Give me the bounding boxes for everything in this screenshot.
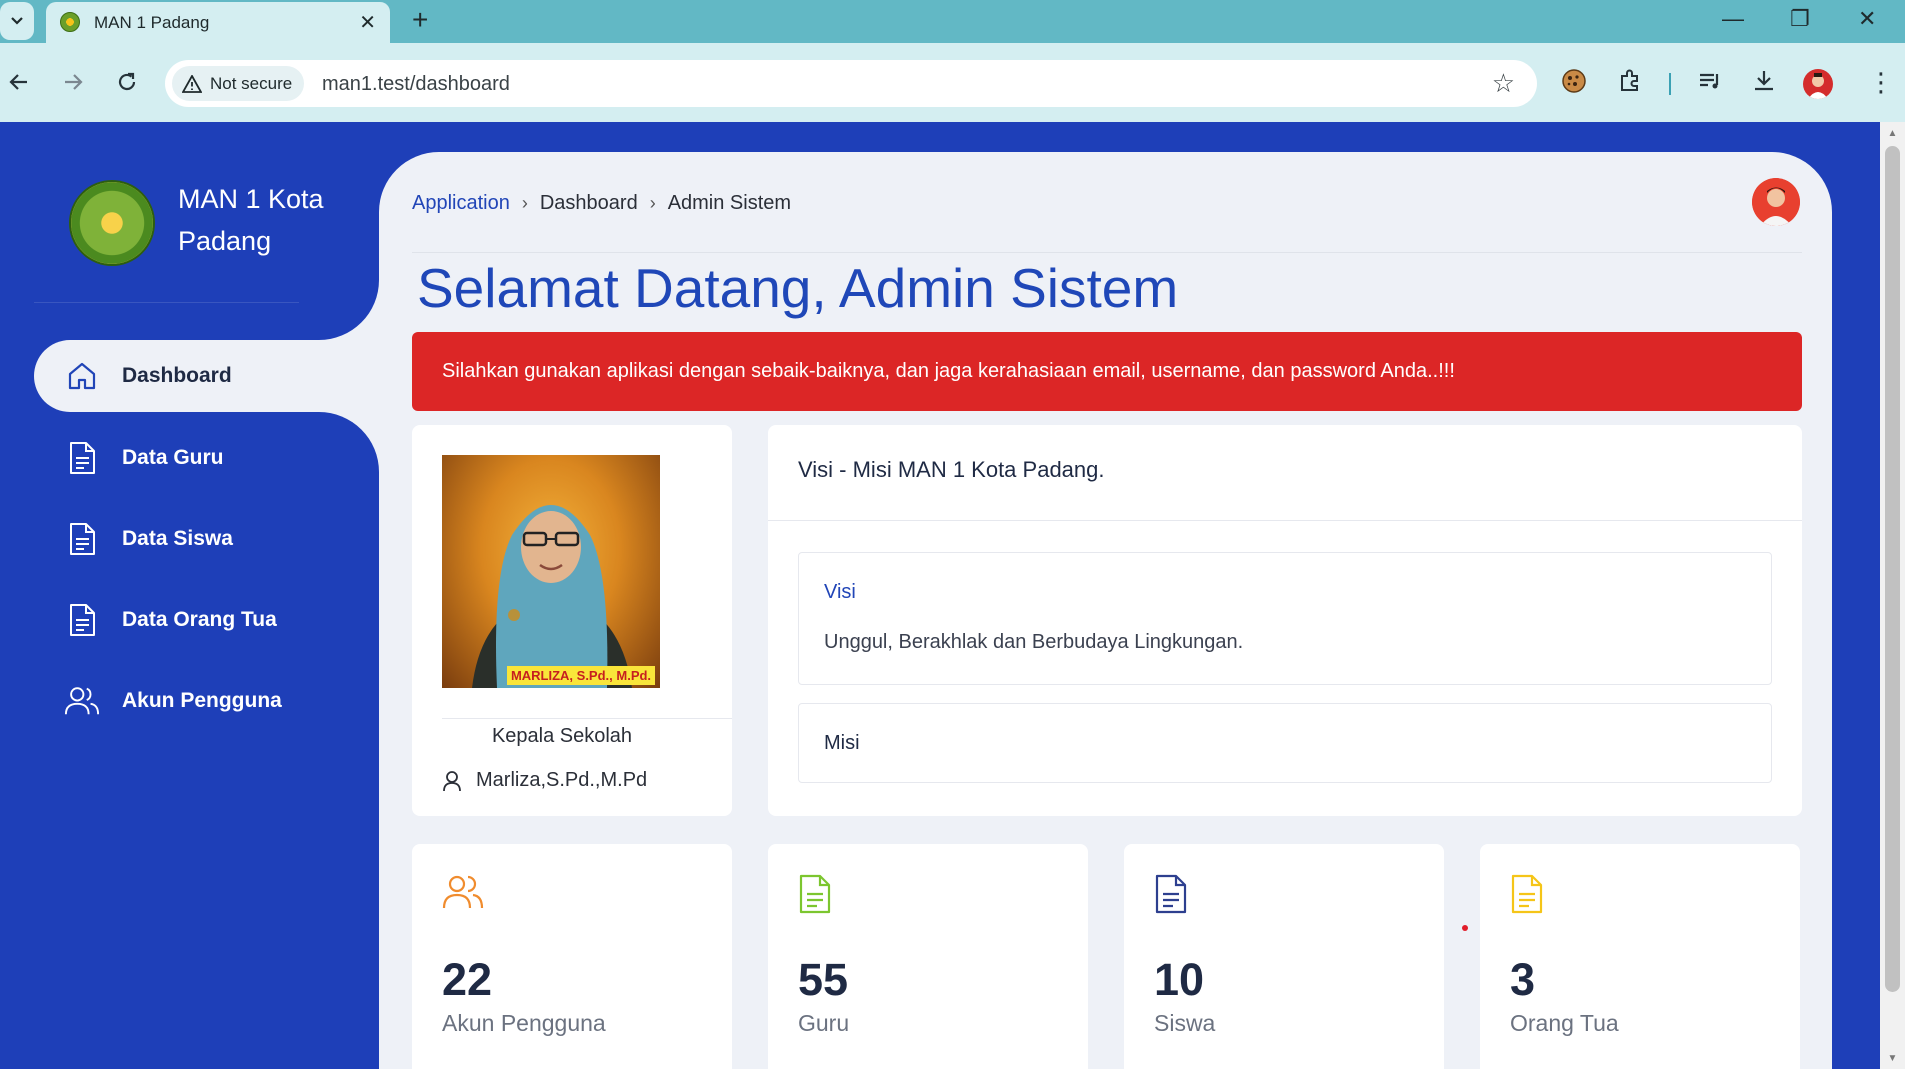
- red-dot-marker: [1462, 925, 1468, 931]
- browser-toolbar: Not secure man1.test/dashboard ☆ ⋮: [0, 43, 1905, 122]
- principal-photo-caption: MARLIZA, S.Pd., M.Pd.: [472, 662, 660, 688]
- sidebar-item-label: Data Siswa: [122, 527, 233, 550]
- document-icon: [1510, 874, 1552, 916]
- vision-mission-card: Visi - Misi MAN 1 Kota Padang. Visi Ungg…: [768, 425, 1802, 816]
- close-tab-icon[interactable]: ✕: [359, 10, 376, 35]
- breadcrumb-separator-icon: ›: [521, 193, 528, 213]
- header-divider: [412, 252, 1802, 253]
- document-icon: [64, 521, 100, 557]
- address-bar[interactable]: Not secure man1.test/dashboard ☆: [165, 60, 1537, 107]
- breadcrumb-admin-sistem: Admin Sistem: [667, 192, 792, 214]
- warning-icon: [182, 74, 202, 93]
- document-icon: [64, 602, 100, 638]
- media-queue-icon[interactable]: [1694, 65, 1726, 97]
- user-avatar[interactable]: [1752, 178, 1800, 226]
- stat-label: Guru: [798, 1010, 850, 1036]
- principal-role: Kepala Sekolah: [491, 725, 633, 747]
- vision-divider: [768, 520, 1802, 521]
- tab-title: MAN 1 Padang: [94, 13, 210, 32]
- main-content: Application › Dashboard › Admin Sistem S…: [379, 152, 1832, 1069]
- arrow-left-icon: [9, 74, 27, 90]
- restore-button[interactable]: ❐: [1790, 6, 1810, 32]
- stat-label: Orang Tua: [1510, 1010, 1619, 1036]
- security-chip[interactable]: Not secure: [172, 66, 305, 101]
- reload-button[interactable]: [110, 65, 144, 99]
- breadcrumb-separator-icon: ›: [649, 193, 656, 213]
- sidebar-item-data-orang-tua[interactable]: Data Orang Tua: [34, 584, 379, 656]
- scroll-thumb[interactable]: [1885, 146, 1900, 992]
- minimize-button[interactable]: —: [1722, 6, 1744, 32]
- sidebar-item-label: Data Guru: [122, 446, 224, 469]
- page-title: Selamat Datang, Admin Sistem: [417, 257, 1179, 319]
- stat-card-siswa: 10 Siswa: [1124, 844, 1444, 1069]
- new-tab-button[interactable]: +: [412, 6, 428, 34]
- alert-banner: Silahkan gunakan aplikasi dengan sebaik-…: [412, 332, 1802, 411]
- scroll-up-arrow-icon[interactable]: ▲: [1880, 122, 1905, 144]
- stat-card-guru: 55 Guru: [768, 844, 1088, 1069]
- arrow-right-icon: [65, 74, 83, 90]
- cookie-extension-icon[interactable]: [1558, 65, 1590, 97]
- sidebar-item-label: Akun Pengguna: [122, 689, 282, 712]
- principal-name-row: Marliza,S.Pd.,M.Pd: [442, 769, 647, 792]
- document-icon: [1154, 874, 1196, 916]
- active-item-curve-top: [299, 250, 379, 340]
- browser-tab[interactable]: MAN 1 Padang ✕: [46, 2, 390, 43]
- forward-button[interactable]: [56, 65, 90, 99]
- download-icon[interactable]: [1748, 65, 1780, 97]
- extensions-puzzle-icon[interactable]: [1614, 65, 1646, 97]
- reload-icon: [118, 72, 136, 91]
- principal-card: MARLIZA, S.Pd., M.Pd. Kepala Sekolah Mar…: [412, 425, 732, 816]
- stat-value: 10: [1154, 954, 1205, 1005]
- stat-value: 3: [1510, 954, 1536, 1005]
- sidebar-item-data-siswa[interactable]: Data Siswa: [34, 503, 379, 575]
- stat-label: Siswa: [1154, 1010, 1216, 1036]
- sidebar-item-label: Data Orang Tua: [122, 608, 277, 631]
- users-icon: [64, 683, 100, 719]
- active-item-curve-bottom: [299, 412, 379, 492]
- back-button[interactable]: [2, 65, 36, 99]
- browser-tab-bar: MAN 1 Padang ✕ + — ❐ ✕: [0, 0, 1905, 43]
- vision-mission-title: Visi - Misi MAN 1 Kota Padang.: [798, 457, 1105, 482]
- visi-text: Unggul, Berakhlak dan Berbudaya Lingkung…: [824, 631, 1244, 653]
- principal-divider: [442, 718, 732, 719]
- stat-value: 55: [798, 954, 849, 1005]
- stat-card-orang-tua: 3 Orang Tua: [1480, 844, 1800, 1069]
- stat-label: Akun Pengguna: [442, 1010, 606, 1036]
- toolbar-divider: [1669, 73, 1671, 95]
- bookmark-star-icon[interactable]: ☆: [1492, 68, 1515, 99]
- stat-card-akun-pengguna: 22 Akun Pengguna: [412, 844, 732, 1069]
- security-label: Not secure: [210, 73, 293, 93]
- chevron-down-icon: [11, 17, 23, 25]
- school-logo: [69, 180, 155, 266]
- sidebar-item-akun-pengguna[interactable]: Akun Pengguna: [34, 665, 379, 737]
- visi-label: Visi: [824, 581, 856, 603]
- browser-profile-avatar[interactable]: [1803, 69, 1833, 99]
- browser-menu-icon[interactable]: ⋮: [1868, 67, 1894, 98]
- url-text: man1.test/dashboard: [322, 73, 510, 95]
- sidebar-item-label: Dashboard: [122, 364, 232, 387]
- principal-name: Marliza,S.Pd.,M.Pd: [476, 769, 648, 791]
- misi-label: Misi: [824, 732, 860, 754]
- sidebar-item-dashboard[interactable]: Dashboard: [34, 340, 379, 412]
- page-scrollbar[interactable]: ▲ ▼: [1880, 122, 1905, 1069]
- document-icon: [798, 874, 840, 916]
- visi-panel: Visi Unggul, Berakhlak dan Berbudaya Lin…: [798, 552, 1772, 685]
- scroll-down-arrow-icon[interactable]: ▼: [1880, 1047, 1905, 1069]
- tab-search-button[interactable]: [0, 2, 34, 40]
- document-icon: [64, 440, 100, 476]
- user-icon: [443, 770, 461, 791]
- users-icon: [442, 874, 484, 916]
- breadcrumb-dashboard: Dashboard: [539, 192, 638, 214]
- principal-photo: MARLIZA, S.Pd., M.Pd.: [442, 455, 660, 688]
- alert-text: Silahkan gunakan aplikasi dengan sebaik-…: [442, 360, 1455, 382]
- home-icon: [64, 358, 100, 394]
- misi-panel[interactable]: Misi: [798, 703, 1772, 783]
- school-favicon-icon: [60, 12, 80, 32]
- close-window-button[interactable]: ✕: [1858, 6, 1876, 32]
- breadcrumb-application[interactable]: Application: [412, 192, 510, 215]
- stat-value: 22: [442, 954, 493, 1005]
- breadcrumb: Application › Dashboard › Admin Sistem: [412, 192, 791, 215]
